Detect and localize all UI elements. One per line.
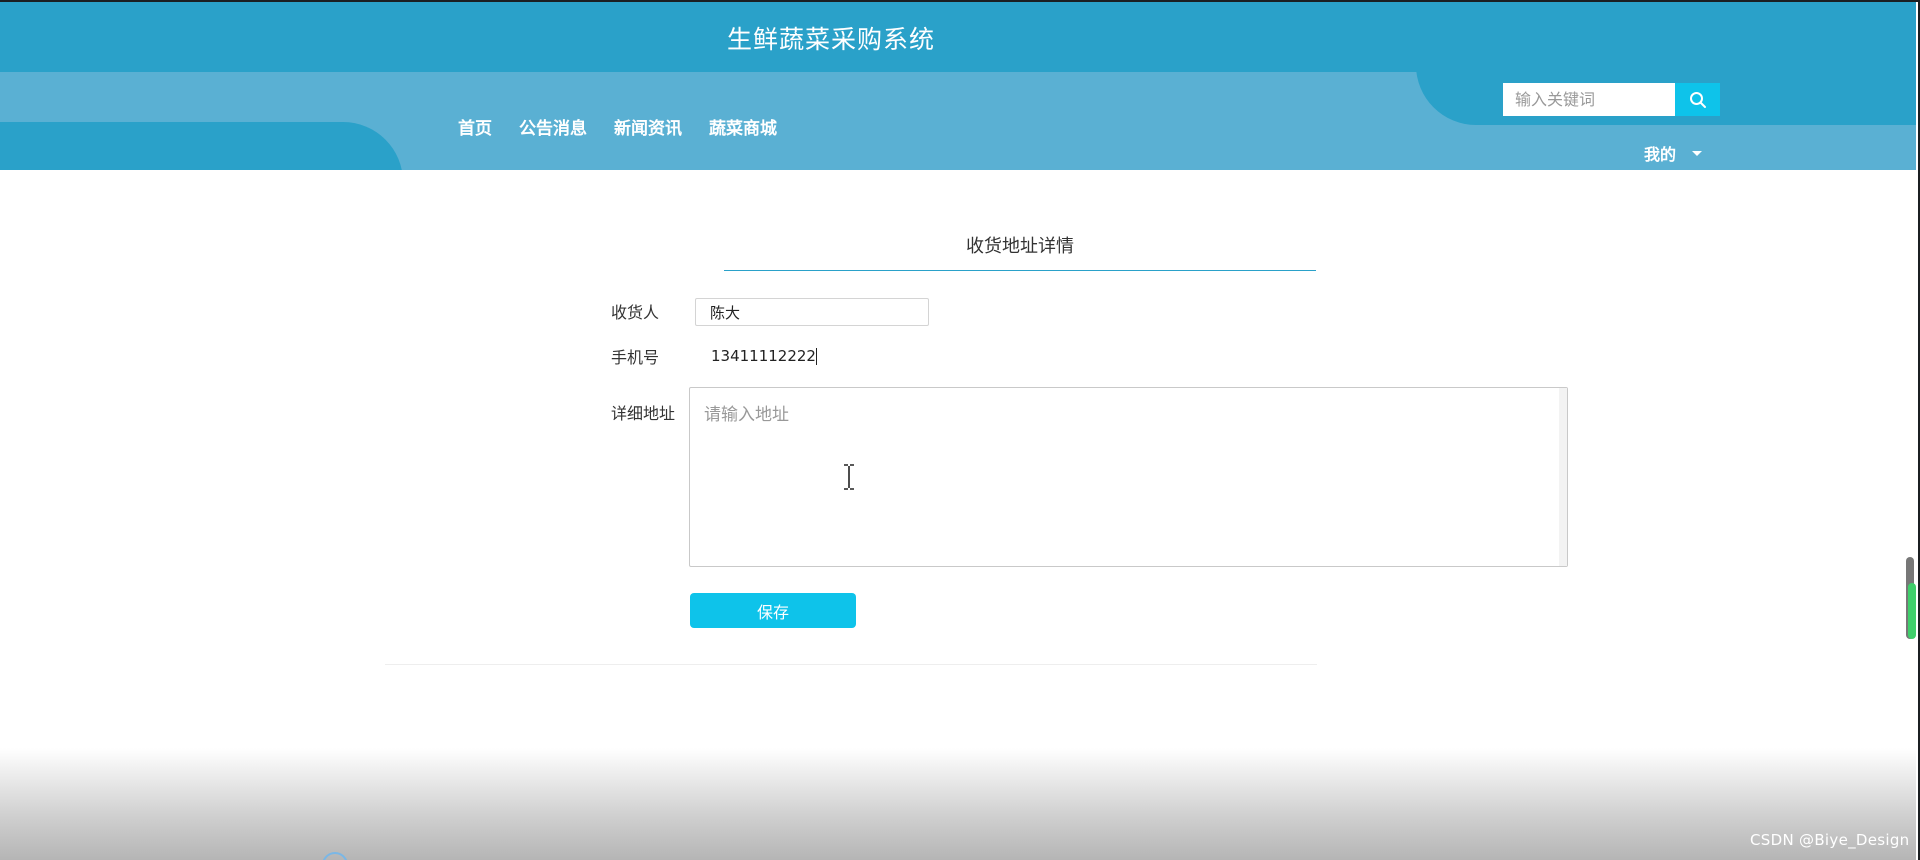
watermark: CSDN @Biye_Design bbox=[1750, 831, 1910, 849]
phone-input[interactable]: 13411112222 bbox=[695, 342, 929, 370]
footer-fade bbox=[0, 748, 1916, 860]
decorative-wave-left bbox=[0, 122, 403, 170]
site-title: 生鲜蔬菜采购系统 bbox=[727, 25, 936, 54]
save-button[interactable]: 保存 bbox=[690, 593, 856, 628]
phone-value: 13411112222 bbox=[711, 347, 816, 365]
receiver-label: 收货人 bbox=[611, 303, 660, 322]
main-nav: 首页 公告消息 新闻资讯 蔬菜商城 bbox=[458, 114, 777, 139]
nav-bar: 首页 公告消息 新闻资讯 蔬菜商城 我的 bbox=[0, 72, 1916, 170]
text-cursor-icon bbox=[844, 464, 854, 490]
title-underline bbox=[724, 270, 1316, 271]
user-menu[interactable]: 我的 bbox=[1644, 141, 1703, 165]
header-banner: 生鲜蔬菜采购系统 bbox=[0, 2, 1916, 72]
receiver-input[interactable]: 陈大 bbox=[695, 298, 929, 326]
search-input[interactable] bbox=[1503, 83, 1675, 116]
nav-item-announcements[interactable]: 公告消息 bbox=[519, 114, 587, 139]
nav-item-news[interactable]: 新闻资讯 bbox=[614, 114, 682, 139]
chevron-down-icon bbox=[1692, 150, 1703, 156]
page-title: 收货地址详情 bbox=[966, 236, 1074, 257]
user-menu-label: 我的 bbox=[1644, 145, 1677, 164]
content-divider bbox=[385, 664, 1317, 665]
textarea-scrollbar[interactable] bbox=[1559, 388, 1567, 566]
phone-label: 手机号 bbox=[611, 348, 660, 367]
page-scrollbar-indicator bbox=[1908, 583, 1916, 639]
nav-item-home[interactable]: 首页 bbox=[458, 114, 492, 139]
address-textarea[interactable]: 请输入地址 bbox=[689, 387, 1568, 567]
search-icon bbox=[1689, 91, 1706, 108]
search-button[interactable] bbox=[1675, 83, 1720, 116]
text-caret bbox=[815, 347, 817, 365]
address-label: 详细地址 bbox=[611, 404, 676, 423]
nav-item-vegetable-mall[interactable]: 蔬菜商城 bbox=[709, 114, 777, 139]
address-placeholder: 请输入地址 bbox=[704, 405, 789, 425]
